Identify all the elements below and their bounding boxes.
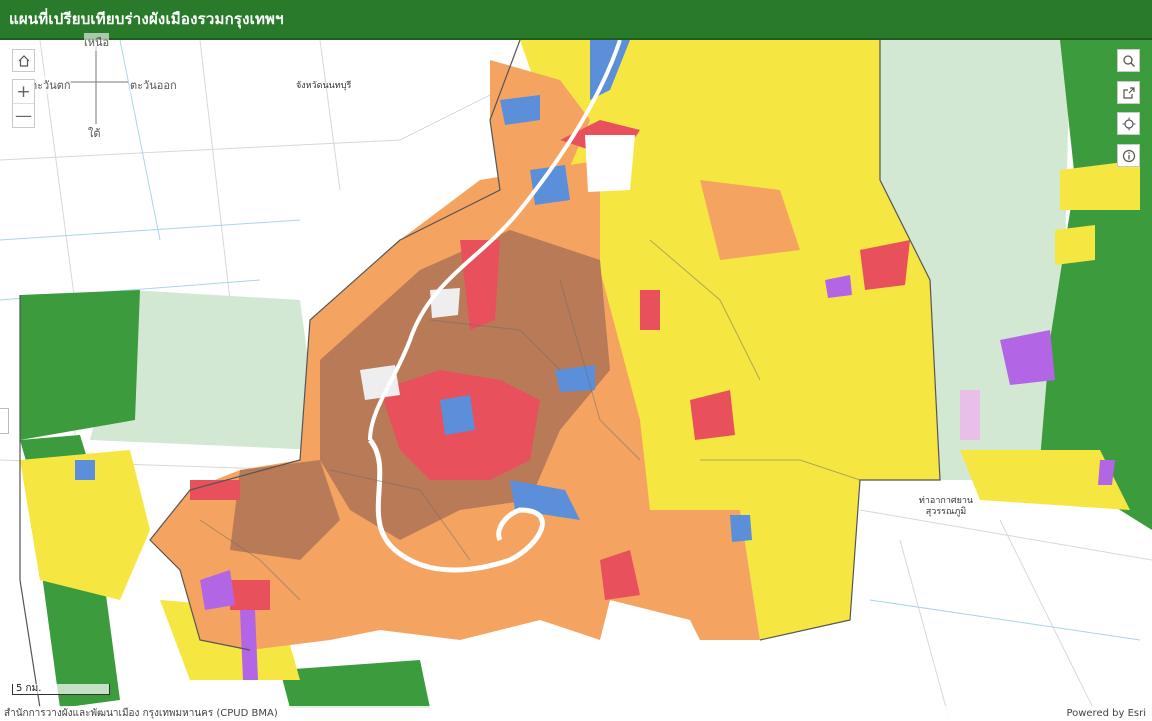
attribution-bar: สำนักการวางผังและพัฒนาเมือง กรุงเทพมหานค… [0, 706, 1152, 720]
search-button[interactable] [1117, 49, 1140, 72]
info-button[interactable] [1117, 144, 1140, 167]
app-header: แผนที่เปรียบเทียบร่างผังเมืองรวมกรุงเทพฯ [0, 0, 1152, 38]
attribution-source: สำนักการวางผังและพัฒนาเมือง กรุงเทพมหานค… [4, 707, 278, 719]
search-icon [1122, 54, 1135, 67]
scale-label: 5 กม. [16, 683, 42, 694]
home-icon [18, 54, 29, 67]
land-use-map[interactable] [0, 40, 1152, 720]
compass-south: ใต้ [88, 124, 101, 142]
attribution-powered[interactable]: Powered by Esri [1066, 708, 1146, 719]
share-button[interactable] [1117, 81, 1140, 104]
map-view[interactable]: จังหวัดนนทบุรี ท่าอากาศยานสุวรรณภูมิ [0, 38, 1152, 720]
side-panel-toggle[interactable] [0, 408, 9, 434]
zoom-control: + — [12, 79, 35, 128]
place-label-airport: ท่าอากาศยานสุวรรณภูมิ [918, 496, 974, 517]
info-icon [1122, 149, 1135, 162]
locate-icon [1122, 117, 1135, 130]
compass-east: ตะวันออก [130, 76, 177, 94]
locate-button[interactable] [1117, 112, 1140, 135]
share-icon [1122, 86, 1135, 99]
scale-bar: 5 กม. [12, 684, 110, 695]
zoom-out-button[interactable]: — [13, 103, 34, 127]
zoom-in-button[interactable]: + [13, 80, 34, 103]
minus-icon: — [15, 105, 32, 126]
compass-west: ตะวันตก [30, 76, 71, 94]
app-title: แผนที่เปรียบเทียบร่างผังเมืองรวมกรุงเทพฯ [9, 10, 284, 28]
place-label-nonthaburi: จังหวัดนนทบุรี [296, 81, 352, 91]
plus-icon: + [16, 81, 31, 102]
compass-north: เหนือ [84, 33, 110, 51]
home-button[interactable] [12, 49, 35, 72]
